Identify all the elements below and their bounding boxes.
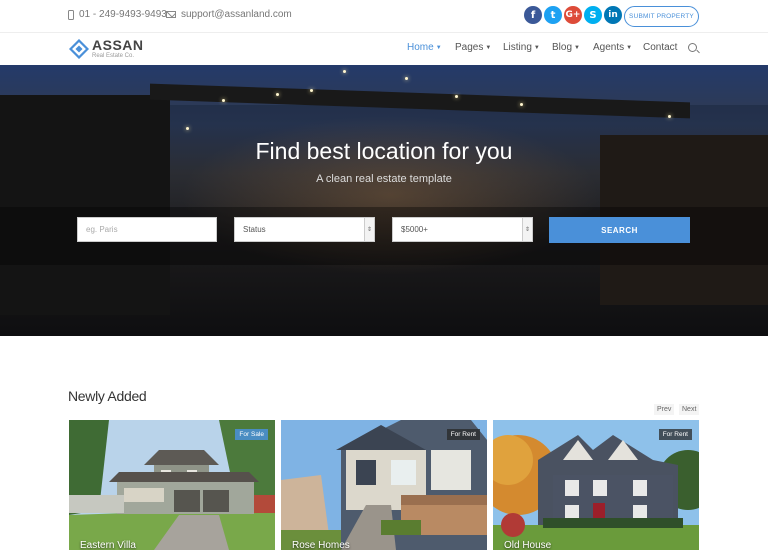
location-placeholder: eg. Paris: [86, 225, 118, 234]
property-name[interactable]: Old House: [504, 540, 551, 550]
email-address: support@assanland.com: [181, 9, 292, 20]
caret-down-icon: ▼: [626, 44, 633, 51]
hero-background: [0, 95, 170, 315]
hero-banner: Find best location for you A clean real …: [0, 65, 768, 336]
location-input[interactable]: eg. Paris: [77, 217, 217, 242]
property-card[interactable]: For Rent Old House: [493, 420, 699, 550]
search-icon[interactable]: [688, 43, 697, 52]
logo-icon[interactable]: [69, 39, 89, 59]
select-arrow-icon: ⇕: [364, 218, 374, 241]
section-title: Newly Added: [68, 388, 147, 404]
brand-tagline: Real Estate Co.: [92, 53, 135, 59]
main-navbar: ASSAN Real Estate Co. Home ▼ Pages ▼ Lis…: [0, 32, 768, 65]
linkedin-icon[interactable]: in: [604, 6, 622, 24]
property-name[interactable]: Eastern Villa: [80, 540, 136, 550]
phone-contact[interactable]: 01 - 249-9493-9493: [68, 9, 167, 20]
nav-item-blog[interactable]: Blog ▼: [552, 42, 580, 53]
caret-down-icon: ▼: [574, 44, 580, 51]
phone-icon: [68, 9, 74, 20]
light-decoration: [520, 103, 523, 106]
nav-label: Agents: [593, 42, 625, 53]
skype-icon[interactable]: S: [584, 6, 602, 24]
email-contact[interactable]: support@assanland.com: [166, 9, 292, 20]
nav-label: Home: [407, 42, 434, 53]
google-plus-icon[interactable]: G+: [564, 6, 582, 24]
light-decoration: [310, 89, 313, 92]
property-name[interactable]: Rose Homes: [292, 540, 350, 550]
property-card[interactable]: For Rent Rose Homes: [281, 420, 487, 550]
status-value: Status: [243, 225, 266, 234]
hero-title: Find best location for you: [255, 138, 513, 164]
prev-button[interactable]: Prev: [654, 404, 675, 415]
caret-down-icon: ▼: [435, 44, 442, 51]
search-button[interactable]: SEARCH: [549, 217, 690, 243]
envelope-icon: [166, 11, 176, 18]
light-decoration: [343, 70, 346, 73]
nav-label: Blog: [552, 42, 573, 53]
light-decoration: [222, 99, 225, 102]
nav-label: Listing: [503, 42, 532, 53]
nav-item-home[interactable]: Home ▼: [407, 42, 442, 53]
nav-item-contact[interactable]: Contact: [643, 42, 677, 53]
caret-down-icon: ▼: [485, 44, 492, 51]
price-select[interactable]: $5000+ ⇕: [392, 217, 533, 242]
status-badge: For Rent: [658, 429, 692, 440]
light-decoration: [276, 93, 279, 96]
light-decoration: [405, 77, 408, 80]
submit-property-button[interactable]: SUBMIT PROPERTY: [624, 6, 699, 27]
nav-item-listing[interactable]: Listing ▼: [503, 42, 540, 53]
twitter-icon[interactable]: t: [544, 6, 562, 24]
status-badge: For Rent: [446, 429, 480, 440]
status-badge: For Sale: [235, 429, 268, 440]
phone-number: 01 - 249-9493-9493: [79, 9, 167, 20]
facebook-icon[interactable]: f: [524, 6, 542, 24]
nav-label: Pages: [455, 42, 484, 53]
caret-down-icon: ▼: [533, 44, 540, 51]
next-button[interactable]: Next: [679, 404, 700, 415]
light-decoration: [668, 115, 671, 118]
status-select[interactable]: Status ⇕: [234, 217, 375, 242]
hero-subtitle: A clean real estate template: [316, 173, 452, 185]
light-decoration: [186, 127, 189, 130]
property-card[interactable]: For Sale Eastern Villa: [69, 420, 275, 550]
nav-item-agents[interactable]: Agents ▼: [593, 42, 632, 53]
light-decoration: [455, 95, 458, 98]
select-arrow-icon: ⇕: [522, 218, 532, 241]
nav-label: Contact: [643, 42, 678, 53]
brand-name[interactable]: ASSAN: [92, 37, 144, 53]
top-bar: 01 - 249-9493-9493 support@assanland.com…: [0, 0, 768, 32]
price-value: $5000+: [401, 225, 428, 234]
nav-item-pages[interactable]: Pages ▼: [455, 42, 491, 53]
